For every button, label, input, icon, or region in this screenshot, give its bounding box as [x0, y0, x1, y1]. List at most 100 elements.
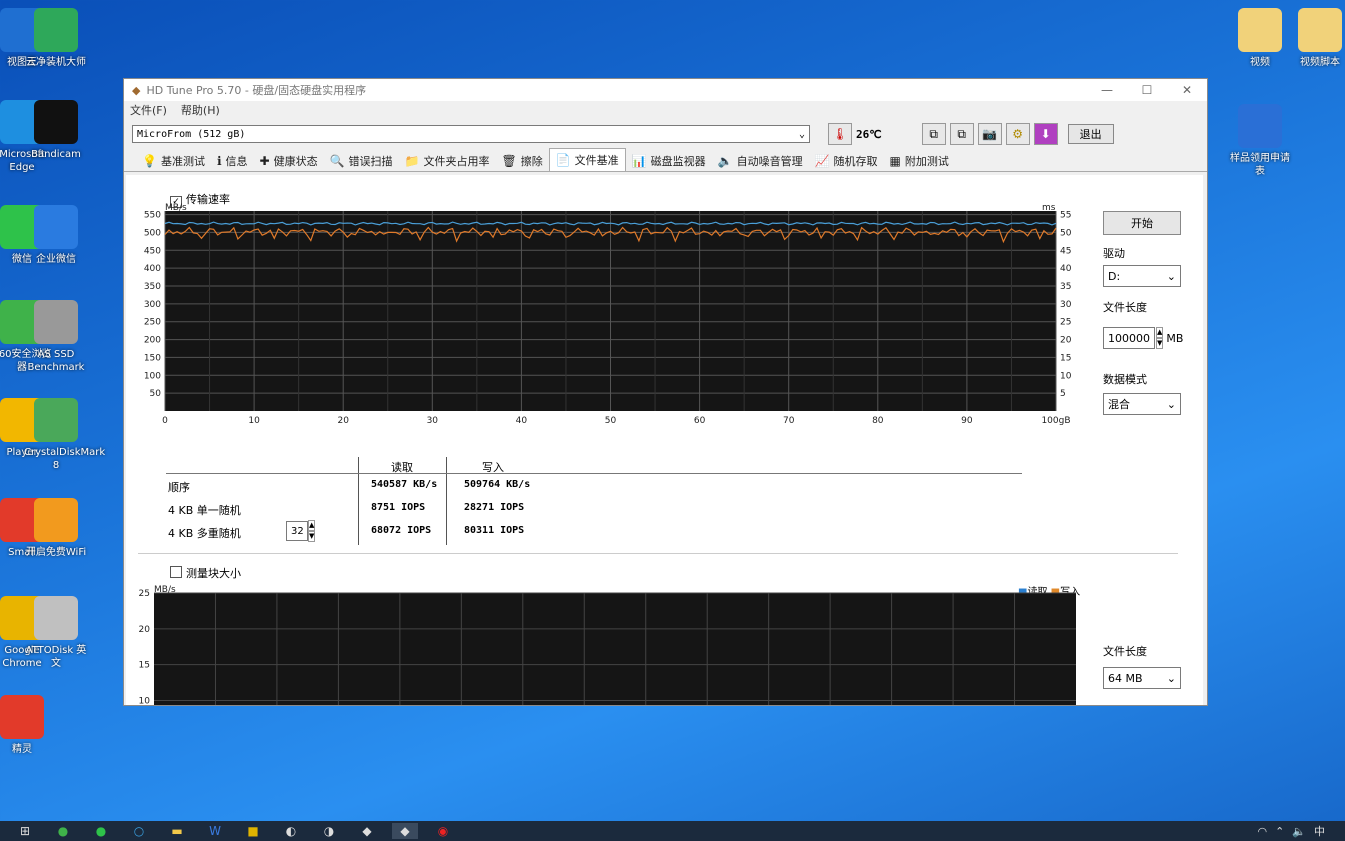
taskbar-word-icon[interactable]: W [202, 823, 228, 839]
desktop-icon[interactable]: AS SSD Benchmark [24, 300, 88, 374]
desktop-icon-label: 企业微信 [36, 254, 76, 265]
x-tick-label: 80 [872, 416, 884, 426]
desktop-app-icon [1238, 104, 1282, 148]
start-menu-icon[interactable]: ⊞ [12, 823, 38, 839]
file-length-group: 100000 ▲ ▼ MB [1103, 327, 1183, 349]
transfer-rate-chart: 550 55500 50450 45400 40350 35300 30250 25200 20… [144, 203, 1072, 426]
tab-benchmark[interactable]: 💡 基准测试 [136, 151, 211, 171]
tab-extra-tests[interactable]: ▦ 附加测试 [884, 151, 955, 171]
folder-usage-icon: 📁 [404, 154, 420, 168]
y-tick-label: 200 [144, 336, 161, 346]
screenshot-camera-icon[interactable]: 📷 [977, 123, 1002, 145]
options-icon[interactable]: ⚙ [1005, 123, 1030, 145]
copy-image-button[interactable]: ⧉ [949, 123, 974, 145]
result-row-label: 顺序 [168, 481, 190, 494]
menu-file[interactable]: 文件(F) [130, 102, 167, 118]
desktop-icon[interactable]: 样品领用申请表 [1228, 104, 1292, 178]
queue-depth-group: 32 ▲ ▼ [286, 520, 316, 542]
copy-text-button[interactable]: ⧉ [921, 123, 946, 145]
drive-label: 驱动 [1103, 247, 1125, 260]
desktop-icon[interactable]: 精灵 [0, 695, 54, 756]
down-icon[interactable]: ▼ [308, 531, 316, 542]
file-length-stepper[interactable]: ▲ ▼ [1156, 327, 1164, 349]
desktop-icon[interactable]: 企业微信 [24, 205, 88, 266]
chevron-down-icon: ⌄ [1166, 671, 1176, 685]
up-icon[interactable]: ▲ [1156, 327, 1164, 338]
tab-file-benchmark[interactable]: 📄 文件基准 [548, 148, 626, 171]
taskbar-app-icon[interactable]: ■ [240, 823, 266, 839]
taskbar-app-icon[interactable]: ◐ [278, 823, 304, 839]
queue-depth-input[interactable]: 32 [286, 521, 308, 541]
col-read-header: 读取 [391, 461, 413, 474]
drive-letter-select[interactable]: D: ⌄ [1103, 265, 1181, 287]
file-length-unit: MB [1166, 331, 1184, 345]
desktop-icon[interactable]: 视频 [1228, 8, 1292, 69]
tab-folder-usage[interactable]: 📁 文件夹占用率 [399, 151, 496, 171]
maximize-button[interactable]: ☐ [1127, 83, 1167, 97]
tab-info[interactable]: ℹ 信息 [211, 151, 254, 171]
tab-noise[interactable]: 🔈 自动噪音管理 [712, 151, 809, 171]
taskbar-bandicam-icon[interactable]: ◉ [430, 823, 456, 839]
tab-disk-monitor[interactable]: 📊 磁盘监视器 [626, 151, 712, 171]
title-bar[interactable]: ◆ HD Tune Pro 5.70 - 硬盘/固态硬盘实用程序 — ☐ ✕ [124, 79, 1207, 101]
up-icon[interactable]: ▲ [308, 520, 316, 531]
download-icon[interactable]: ⬇ [1033, 123, 1058, 145]
exit-button[interactable]: 退出 [1067, 124, 1114, 144]
random-access-icon: 📈 [814, 154, 830, 168]
health-icon: ✚ [259, 154, 270, 168]
block-size-chart: MB/s25201510 [139, 585, 1076, 705]
x-tick-label: 0 [162, 416, 168, 426]
y-tick-label: 350 [144, 282, 161, 292]
chevron-up-icon[interactable]: ⌃ [1275, 825, 1284, 838]
result-write-value: 28271 IOPS [464, 502, 525, 513]
queue-depth-value: 32 [291, 525, 304, 537]
taskbar-360-icon[interactable]: ● [50, 823, 76, 839]
y-tick-label: 550 [144, 211, 161, 221]
desktop-icon[interactable]: Bandicam [24, 100, 88, 161]
desktop-app-icon [34, 205, 78, 249]
block-size-checkbox[interactable]: 测量块大小 [170, 565, 241, 581]
drive-select[interactable]: MicroFrom (512 gB) ⌄ [132, 125, 810, 143]
tab-random-access[interactable]: 📈 随机存取 [809, 151, 884, 171]
app-icon: ◆ [132, 83, 141, 97]
x-tick-label: 100gB [1041, 416, 1070, 426]
file-length2-select[interactable]: 64 MB ⌄ [1103, 667, 1181, 689]
queue-depth-stepper[interactable]: ▲ ▼ [308, 520, 316, 542]
tab-label: 基准测试 [160, 155, 205, 168]
file-benchmark-panel: ✓ 传输速率 550 55 500 50 450 45 400 40 350 35 300 30 250 2… [126, 175, 1203, 705]
volume-icon[interactable]: 🔈 [1292, 825, 1306, 838]
taskbar: ⊞ ● ● ○ ▬ W ■ ◐ ◑ ◆ ◆ ◉ ◠ ⌃ 🔈 中 [0, 821, 1345, 841]
tab-error-scan[interactable]: 🔍 错误扫描 [324, 151, 399, 171]
desktop-icon[interactable]: CrystalDiskMark 8 [24, 398, 105, 472]
desktop-icon[interactable]: ATTODisk 英文 [24, 596, 88, 670]
taskbar-folder-icon[interactable]: ▬ [164, 823, 190, 839]
taskbar-app-icon[interactable]: ◑ [316, 823, 342, 839]
tab-erase[interactable]: 🗑 擦除 [495, 151, 548, 171]
tab-health[interactable]: ✚ 健康状态 [254, 151, 324, 171]
y2-tick-label: 15 [1060, 353, 1071, 363]
taskbar-wechat-icon[interactable]: ● [88, 823, 114, 839]
taskbar-app-icon[interactable]: ◆ [354, 823, 380, 839]
result-row-label: 4 KB 单一随机 [168, 504, 241, 517]
down-icon[interactable]: ▼ [1156, 338, 1164, 349]
desktop-icon[interactable]: 视频脚本 [1288, 8, 1345, 69]
drive-select-value: MicroFrom (512 gB) [137, 128, 246, 140]
file-benchmark-icon: 📄 [555, 153, 571, 167]
input-method-label[interactable]: 中 [1314, 823, 1325, 839]
file-length-input[interactable]: 100000 [1103, 327, 1155, 349]
wifi-icon[interactable]: ◠ [1257, 825, 1267, 838]
desktop-icon[interactable]: 云净装机大师 [24, 8, 88, 69]
desktop-icon[interactable]: 开启免费WiFi [24, 498, 88, 559]
desktop-app-icon [1238, 8, 1282, 52]
start-button[interactable]: 开始 [1103, 211, 1181, 235]
divider [446, 457, 447, 545]
taskbar-hdtune-icon[interactable]: ◆ [392, 823, 418, 839]
file-length-value: 100000 [1108, 331, 1150, 345]
close-button[interactable]: ✕ [1167, 83, 1207, 97]
data-mode-select[interactable]: 混合 ⌄ [1103, 393, 1181, 415]
minimize-button[interactable]: — [1087, 83, 1127, 97]
desktop-icon-label: ATTODisk 英文 [25, 645, 87, 669]
tab-label: 磁盘监视器 [650, 155, 706, 168]
taskbar-search-icon[interactable]: ○ [126, 823, 152, 839]
menu-help[interactable]: 帮助(H) [181, 102, 220, 118]
